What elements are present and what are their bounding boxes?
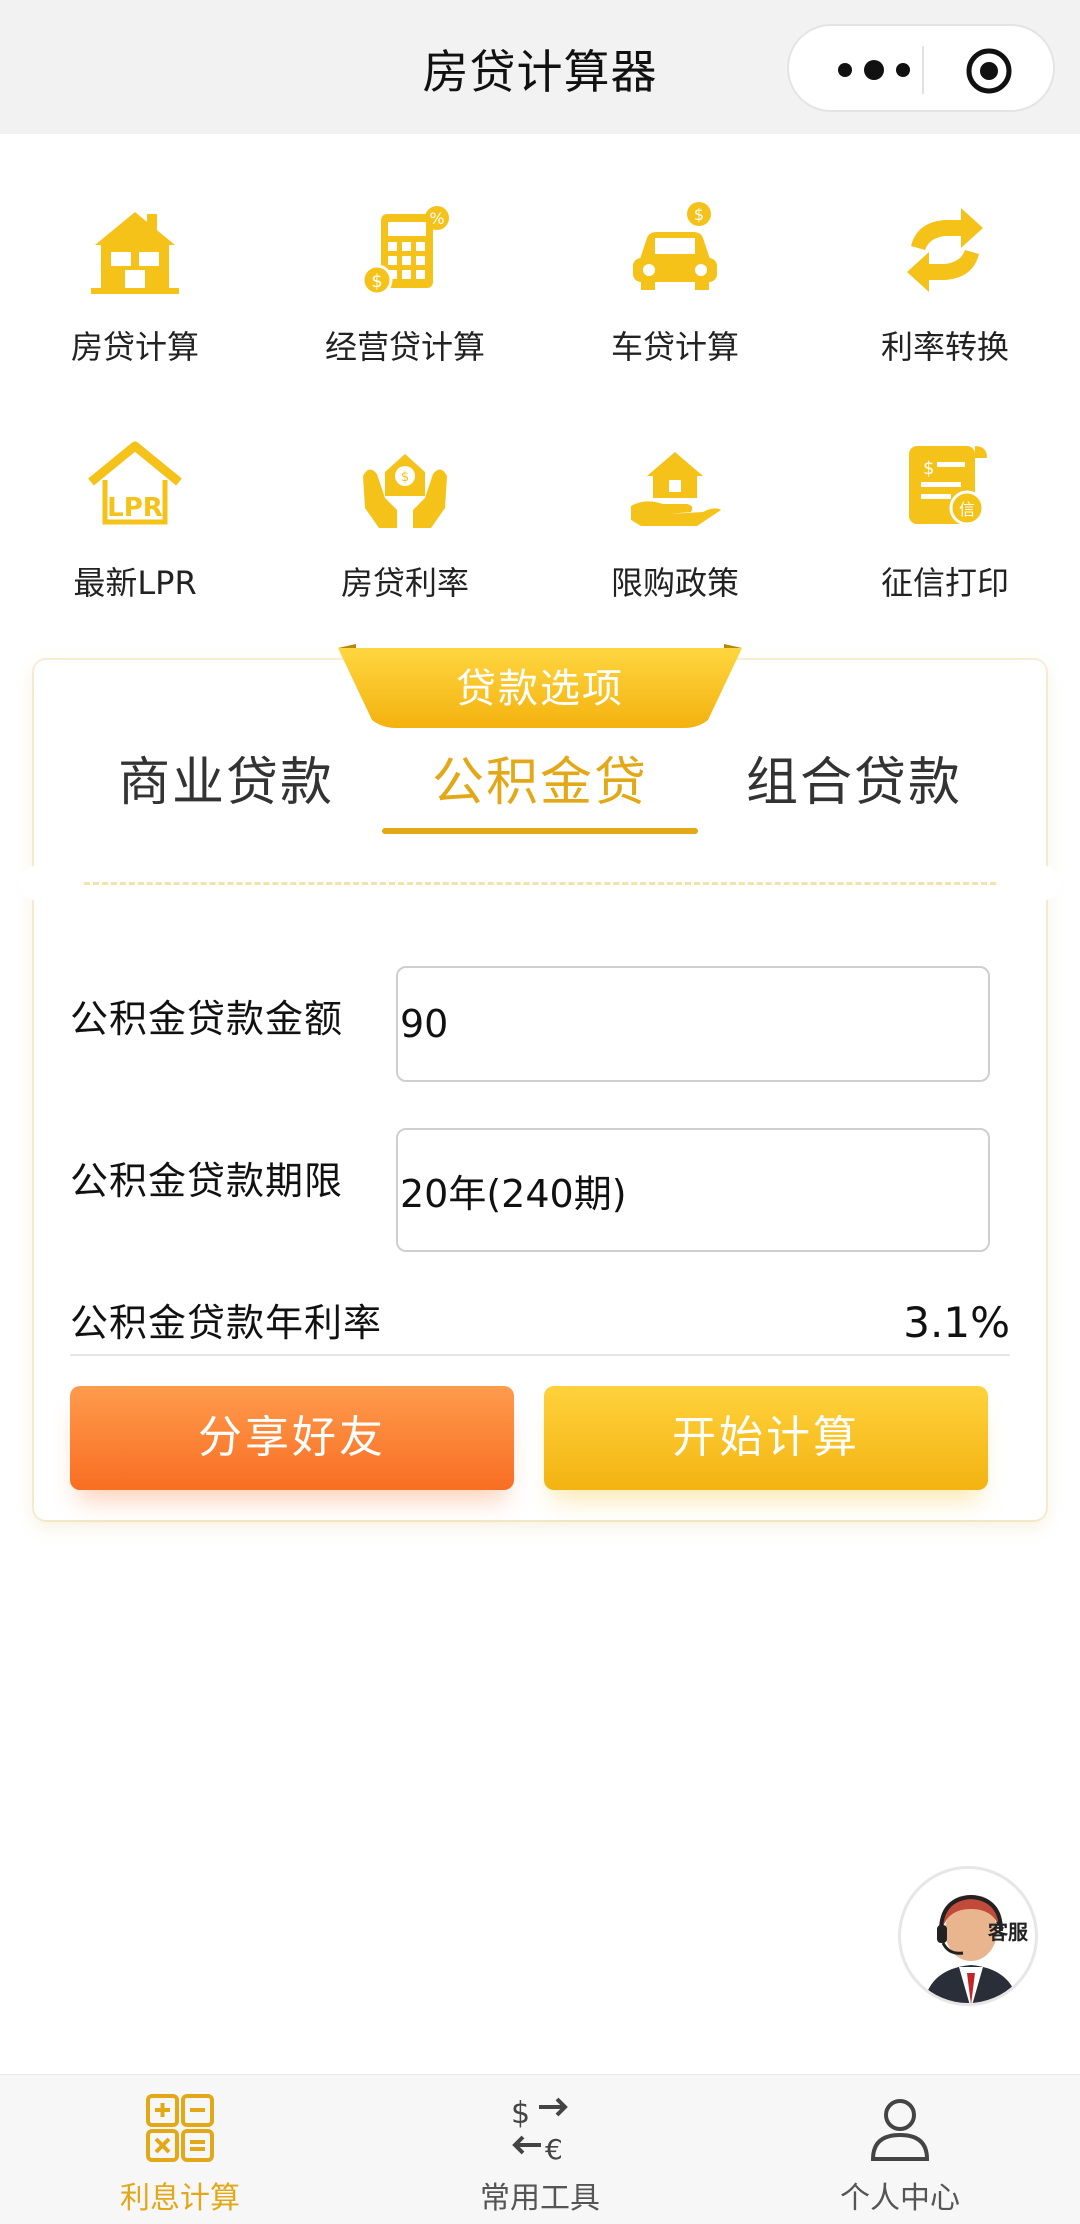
svg-text:$: $ [923, 458, 934, 479]
annual-rate-value[interactable]: 3.1% [903, 1298, 1010, 1347]
tool-mortgage-calc[interactable]: 房贷计算 [0, 190, 270, 390]
active-tab-indicator [382, 828, 698, 834]
tool-purchase-restriction[interactable]: 限购政策 [540, 426, 810, 626]
tab-label: 常用工具 [480, 2181, 600, 2216]
close-target-icon[interactable] [964, 46, 1014, 96]
lpr-roof-icon: LPR [88, 441, 182, 525]
loan-options-title: 贷款选项 [456, 666, 624, 712]
currency-exchange-icon: $ € [511, 2096, 568, 2163]
loan-amount-input[interactable]: 90 [396, 966, 990, 1082]
tool-rate-conversion[interactable]: 利率转换 [810, 190, 1080, 390]
svg-text:€: € [545, 2133, 563, 2163]
house-hand-icon [631, 452, 721, 526]
tool-mortgage-rate[interactable]: $ 房贷利率 [270, 426, 540, 626]
loan-term-value: 20年(240期) [400, 1171, 627, 1216]
tool-label: 最新LPR [73, 564, 197, 602]
customer-service-label: 客服 [988, 1920, 1028, 1944]
card-notch-left [20, 866, 48, 900]
calculator-grid-icon [146, 2094, 214, 2162]
tool-label: 征信打印 [880, 564, 1009, 602]
svg-text:%: % [429, 209, 444, 228]
svg-text:LPR: LPR [107, 493, 163, 523]
loan-term-select[interactable]: 20年(240期) [396, 1128, 990, 1252]
svg-text:信: 信 [959, 500, 975, 519]
tool-label: 限购政策 [610, 564, 739, 602]
tool-business-loan-calc[interactable]: % $ 经营贷计算 [270, 190, 540, 390]
card-notch-right [1032, 866, 1060, 900]
loan-amount-value: 90 [400, 1002, 449, 1046]
car-coin-icon: $ [633, 202, 717, 290]
mini-program-capsule [787, 24, 1055, 112]
loan-amount-label: 公积金贷款金额 [70, 997, 344, 1041]
tool-credit-report[interactable]: $ 信 征信打印 [810, 426, 1080, 626]
credit-document-icon: $ 信 [909, 446, 987, 526]
loan-term-label: 公积金贷款期限 [70, 1159, 344, 1203]
dashed-divider [84, 882, 996, 885]
tab-combined-loan[interactable]: 组合贷款 [694, 740, 1014, 815]
tool-label: 房贷利率 [340, 564, 469, 602]
house-icon [91, 212, 179, 294]
title-bar: 房贷计算器 [0, 0, 1080, 134]
capsule-divider [922, 46, 924, 94]
bottom-tab-bar: 利息计算 $ € 常用工具 个人中心 [0, 2074, 1080, 2224]
tab-provident-fund-loan[interactable]: 公积金贷 [380, 740, 700, 815]
loan-type-tabs: 商业贷款 公积金贷 组合贷款 [34, 730, 1046, 840]
annual-rate-label: 公积金贷款年利率 [70, 1301, 383, 1345]
share-friends-button[interactable]: 分享好友 [70, 1386, 514, 1490]
tool-latest-lpr[interactable]: LPR 最新LPR [0, 426, 270, 626]
tool-label: 经营贷计算 [324, 328, 485, 366]
tab-personal-center[interactable]: 个人中心 [720, 2075, 1080, 2224]
svg-text:$: $ [371, 271, 382, 292]
svg-text:$: $ [694, 205, 704, 224]
svg-text:$: $ [511, 2096, 530, 2131]
tool-label: 房贷计算 [70, 328, 199, 366]
tab-interest-calc[interactable]: 利息计算 [0, 2075, 360, 2224]
more-icon[interactable] [829, 54, 919, 86]
hands-coin-icon: $ [363, 454, 447, 528]
person-icon [870, 2099, 930, 2161]
tab-label: 个人中心 [840, 2181, 960, 2216]
tool-label: 利率转换 [880, 328, 1009, 366]
tool-car-loan-calc[interactable]: $ 车贷计算 [540, 190, 810, 390]
calculator-coins-icon: % $ [361, 206, 449, 296]
start-calculation-button[interactable]: 开始计算 [544, 1386, 988, 1490]
svg-text:$: $ [401, 470, 409, 485]
rate-divider [70, 1354, 1010, 1356]
exchange-arrows-icon [907, 208, 983, 292]
tool-label: 车贷计算 [610, 328, 739, 366]
page: 房贷计算器 房贷计算 % $ 经营贷计算 $ 车贷计算 利率转换 LPR 最新L… [0, 0, 1080, 2224]
tab-common-tools[interactable]: $ € 常用工具 [360, 2075, 720, 2224]
tab-commercial-loan[interactable]: 商业贷款 [66, 740, 386, 815]
tab-label: 利息计算 [120, 2181, 240, 2216]
